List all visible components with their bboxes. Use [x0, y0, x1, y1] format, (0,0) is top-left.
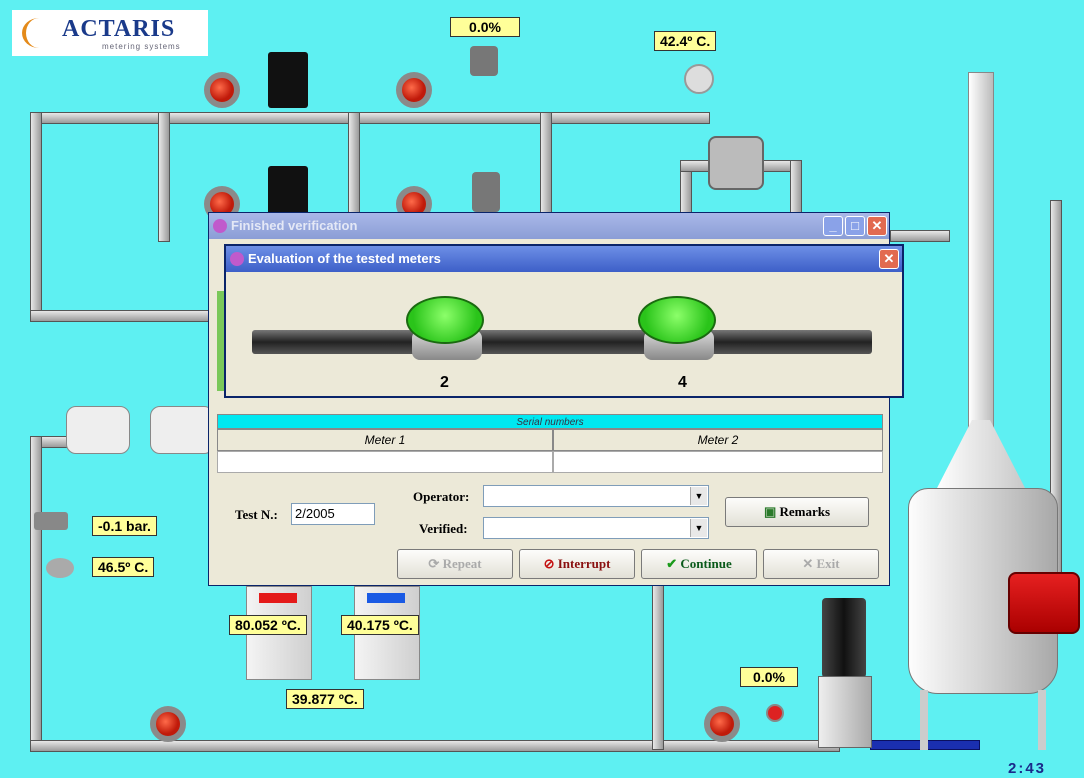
- serial-numbers-header: Serial numbers: [217, 414, 883, 429]
- meter2-column-header: Meter 2: [553, 429, 883, 451]
- test-number-label: Test N.:: [235, 507, 278, 522]
- meter-icon: [66, 406, 130, 454]
- evaluation-window: Evaluation of the tested meters ✕ 2 4: [224, 244, 904, 398]
- valve-icon[interactable]: [150, 706, 186, 742]
- verified-label: Verified:: [419, 521, 468, 536]
- cold-bath-readout: 40.175 ºC.: [341, 615, 419, 635]
- app-icon: [213, 219, 227, 233]
- pipe-left-mid: [30, 310, 220, 322]
- maximize-button[interactable]: □: [845, 216, 865, 236]
- pump-motor-icon: [822, 598, 866, 678]
- exit-button[interactable]: ✕ Exit: [763, 549, 879, 579]
- meter1-serial-cell[interactable]: [217, 451, 553, 473]
- operator-label: Operator:: [413, 489, 470, 504]
- interrupt-label: Interrupt: [557, 556, 611, 571]
- meter-number: 4: [678, 374, 687, 391]
- continue-button[interactable]: ✔ Continue: [641, 549, 757, 579]
- operator-select[interactable]: ▼: [483, 485, 709, 507]
- app-icon: [230, 252, 244, 266]
- gauge-icon: [472, 172, 500, 212]
- pipe-left-top: [30, 112, 42, 322]
- tested-meter: [626, 294, 726, 370]
- temperature-sensor-icon: [46, 558, 74, 578]
- tank-legs: [920, 690, 1046, 750]
- clock: 2:43: [1008, 760, 1047, 777]
- gauge-icon: [470, 46, 498, 76]
- top-temperature-readout: 42.4º C.: [654, 31, 717, 51]
- remarks-label: Remarks: [779, 504, 831, 519]
- hot-bath-readout: 80.052 ºC.: [229, 615, 307, 635]
- flow-sensor-icon: [708, 136, 764, 190]
- stop-icon: ⊘: [543, 556, 555, 571]
- burner-icon: [1008, 572, 1080, 634]
- close-button[interactable]: ✕: [879, 249, 899, 269]
- small-valve-icon[interactable]: [766, 704, 784, 722]
- pipe-inner-1: [158, 112, 170, 242]
- tested-meter: [394, 294, 494, 370]
- top-flow-readout: 0.0%: [450, 17, 520, 37]
- meter-number: 2: [440, 374, 449, 391]
- pipe-inner-2: [348, 112, 360, 222]
- verified-select[interactable]: ▼: [483, 517, 709, 539]
- remarks-button[interactable]: ▣ Remarks: [725, 497, 869, 527]
- minimize-button[interactable]: _: [823, 216, 843, 236]
- pipe-right-joint: [890, 230, 950, 242]
- notes-icon: ▣: [763, 504, 777, 519]
- actaris-logo: ACTARIS metering systems: [12, 10, 208, 56]
- pipe-right-down: [790, 160, 802, 220]
- logo-brand: ACTARIS: [62, 16, 176, 42]
- pressure-sensor-icon: [34, 512, 68, 530]
- pipe-left-lower: [30, 436, 42, 752]
- tank-cone: [936, 420, 1026, 490]
- flow-controller-icon: [268, 166, 308, 216]
- chimney-pipe: [968, 72, 994, 452]
- refresh-icon: ⟳: [428, 556, 440, 571]
- checkmark-icon: ✔: [666, 556, 678, 571]
- mix-temperature-readout: 39.877 ºC.: [286, 689, 364, 709]
- temperature-sensor-icon: [684, 64, 714, 94]
- meter2-serial-cell[interactable]: [553, 451, 883, 473]
- valve-icon[interactable]: [204, 72, 240, 108]
- meter-icon: [150, 406, 214, 454]
- evaluation-window-title: Evaluation of the tested meters: [248, 251, 441, 266]
- cold-bath-lid-icon: [367, 593, 405, 603]
- flow-controller-icon: [268, 52, 308, 108]
- valve-icon[interactable]: [704, 706, 740, 742]
- finished-window-titlebar[interactable]: Finished verification _ □ ✕: [209, 213, 889, 239]
- meter1-column-header: Meter 1: [217, 429, 553, 451]
- meter-pass-indicator-icon: [406, 296, 484, 344]
- valve-icon[interactable]: [396, 72, 432, 108]
- exit-label: Exit: [816, 556, 840, 571]
- chevron-down-icon[interactable]: ▼: [690, 519, 707, 537]
- pump-body-icon: [818, 676, 872, 748]
- test-number-field[interactable]: 2/2005: [291, 503, 375, 525]
- pipe-inner-3: [540, 112, 552, 222]
- logo-swoosh-icon: [22, 18, 56, 48]
- repeat-label: Repeat: [442, 556, 482, 571]
- pipe-center-down: [652, 580, 664, 750]
- meter-pass-indicator-icon: [638, 296, 716, 344]
- test-line-pipe: [252, 330, 872, 354]
- interrupt-button[interactable]: ⊘ Interrupt: [519, 549, 635, 579]
- repeat-button[interactable]: ⟳ Repeat: [397, 549, 513, 579]
- hot-bath-lid-icon: [259, 593, 297, 603]
- close-icon: ✕: [802, 556, 814, 571]
- close-button[interactable]: ✕: [867, 216, 887, 236]
- pressure-readout: -0.1 bar.: [92, 516, 157, 536]
- logo-tagline: metering systems: [102, 42, 181, 51]
- pipe-top: [30, 112, 710, 124]
- left-temperature-readout: 46.5º C.: [92, 557, 155, 577]
- pump-percent-readout: 0.0%: [740, 667, 798, 687]
- continue-label: Continue: [680, 556, 732, 571]
- chevron-down-icon[interactable]: ▼: [690, 487, 707, 505]
- evaluation-window-titlebar[interactable]: Evaluation of the tested meters ✕: [226, 246, 902, 272]
- finished-window-title: Finished verification: [231, 218, 358, 233]
